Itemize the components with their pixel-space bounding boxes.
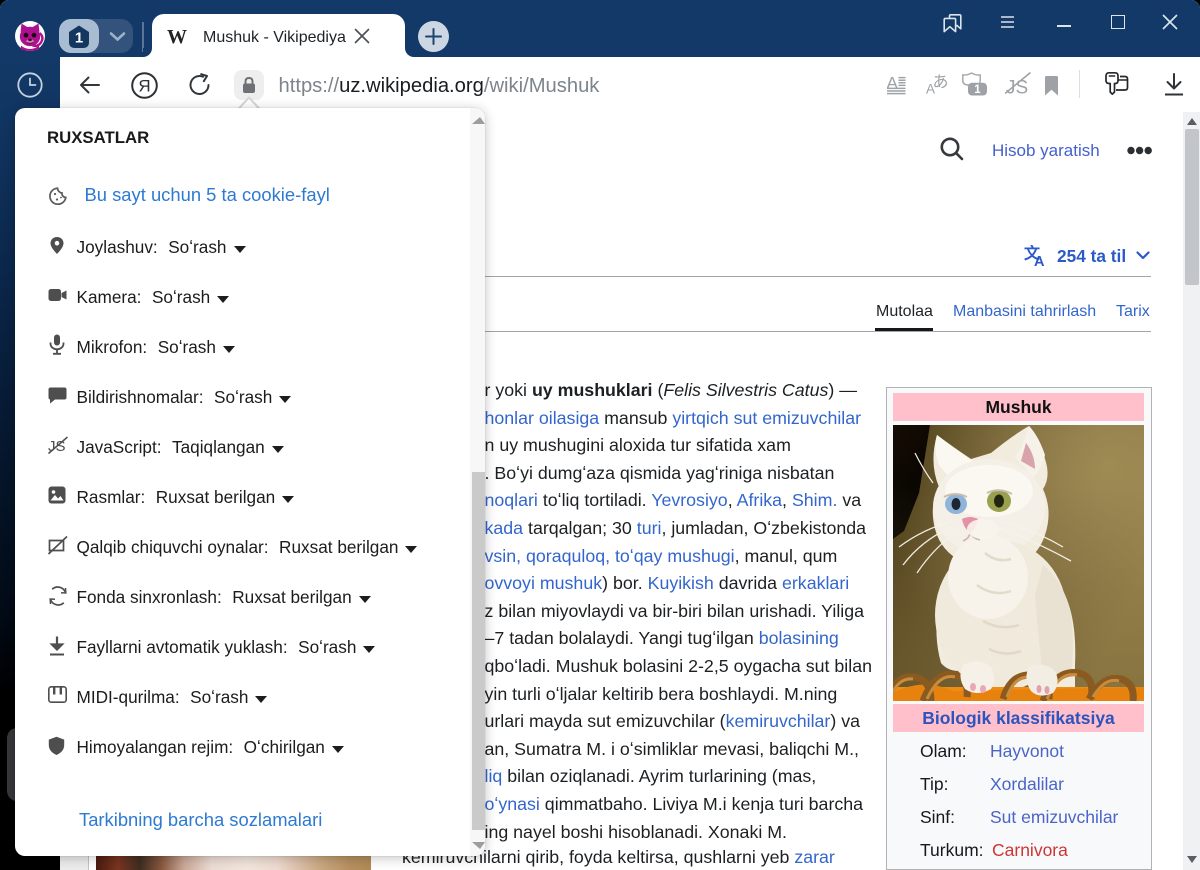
svg-text:A: A	[887, 76, 899, 93]
svg-text:1: 1	[75, 30, 83, 47]
svg-text:JS: JS	[1006, 78, 1028, 96]
svg-text:A: A	[1034, 254, 1045, 266]
svg-text:あ: あ	[933, 73, 949, 91]
svg-text:Я: Я	[138, 77, 150, 96]
svg-text:1: 1	[974, 84, 981, 96]
